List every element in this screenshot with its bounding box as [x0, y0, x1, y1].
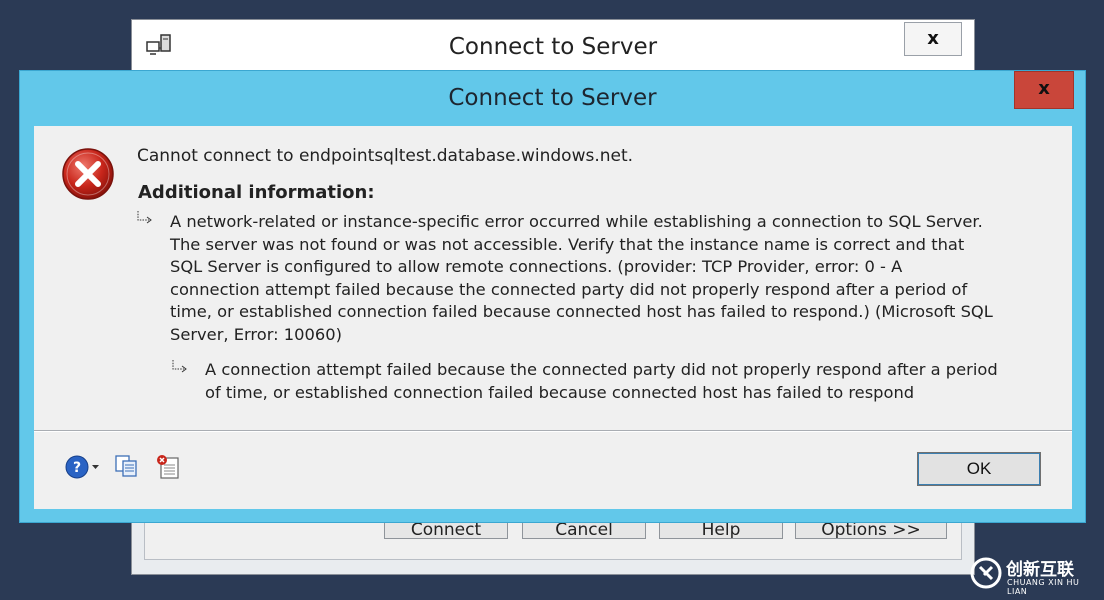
inner-detail-arrow-icon	[171, 359, 189, 379]
svg-text:?: ?	[73, 460, 81, 476]
watermark-logo: 创新互联 CHUANG XIN HU LIAN	[968, 553, 1100, 596]
watermark-text: 创新互联	[1006, 560, 1074, 580]
error-detail-text: A network-related or instance-specific e…	[170, 212, 993, 344]
background-titlebar: Connect to Server x	[132, 20, 974, 72]
copy-icon[interactable]	[114, 454, 140, 482]
watermark-subtext: CHUANG XIN HU LIAN	[1007, 578, 1080, 596]
error-icon	[60, 146, 116, 206]
detail-arrow-icon	[136, 210, 154, 230]
background-close-button[interactable]: x	[904, 22, 962, 56]
show-details-icon[interactable]	[156, 454, 182, 484]
background-window-title: Connect to Server	[448, 34, 658, 60]
watermark-logo-icon	[970, 557, 1002, 593]
error-message: Cannot connect to endpointsqltest.databa…	[137, 146, 634, 166]
inner-error-detail-text: A connection attempt failed because the …	[205, 360, 998, 402]
additional-info-heading: Additional information:	[138, 182, 375, 203]
error-dialog: Connect to Server x Cannot connect to en…	[19, 70, 1086, 523]
ok-button[interactable]: OK	[917, 452, 1041, 486]
error-dialog-close-button[interactable]: x	[1014, 71, 1074, 109]
divider	[34, 430, 1072, 432]
error-dialog-title: Connect to Server	[448, 85, 657, 111]
help-icon[interactable]: ?	[64, 454, 102, 484]
error-dialog-body: Cannot connect to endpointsqltest.databa…	[34, 126, 1072, 509]
